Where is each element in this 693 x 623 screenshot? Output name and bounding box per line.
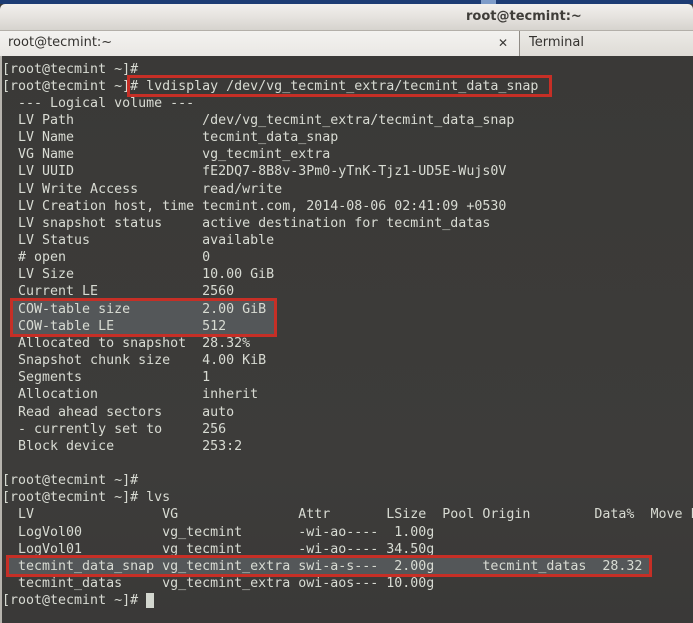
terminal-line: COW-table size 2.00 GiB <box>2 301 266 318</box>
tab-root-tecmint[interactable]: root@tecmint:~ ✕ <box>0 31 520 56</box>
terminal-line: tecmint_datas vg_tecmint_extra owi-aos--… <box>2 575 434 592</box>
terminal-line: Current LE 2560 <box>2 283 234 300</box>
close-icon[interactable]: ✕ <box>495 34 511 52</box>
window-titlebar[interactable]: root@tecmint:~ <box>0 4 693 31</box>
terminal-line: LV Path /dev/vg_tecmint_extra/tecmint_da… <box>2 112 514 129</box>
terminal-line: Segments 1 <box>2 369 210 386</box>
terminal-line: - currently set to 256 <box>2 421 226 438</box>
tab-label: Terminal <box>529 35 584 50</box>
terminal-line: LV Size 10.00 GiB <box>2 266 274 283</box>
terminal-line: LV Write Access read/write <box>2 181 282 198</box>
terminal-line: [root@tecmint ~]# lvdisplay /dev/vg_tecm… <box>2 78 538 95</box>
terminal-line: --- Logical volume --- <box>2 95 194 112</box>
terminal-line: Allocation inherit <box>2 386 258 403</box>
terminal-line: [root@tecmint ~]# <box>2 472 146 489</box>
terminal-line: [root@tecmint ~]# <box>2 61 146 78</box>
terminal-line: LV UUID fE2DQ7-8B8v-3Pm0-yTnK-Tjz1-UD5E-… <box>2 163 506 180</box>
terminal-line: [root@tecmint ~]# <box>2 592 146 609</box>
terminal-line: LV Creation host, time tecmint.com, 2014… <box>2 198 506 215</box>
terminal-line: Allocated to snapshot 28.32% <box>2 335 250 352</box>
terminal-line: LV VG Attr LSize Pool Origin Data% Move … <box>2 506 693 523</box>
tab-terminal[interactable]: Terminal <box>520 31 693 56</box>
terminal-line: Block device 253:2 <box>2 438 242 455</box>
terminal-line: tecmint_data_snap vg_tecmint_extra swi-a… <box>2 558 642 575</box>
terminal-line: LV Status available <box>2 232 274 249</box>
terminal-line: Read ahead sectors auto <box>2 404 234 421</box>
terminal-line: Snapshot chunk size 4.00 KiB <box>2 352 266 369</box>
terminal-cursor <box>146 593 154 608</box>
terminal-line: LV snapshot status active destination fo… <box>2 215 490 232</box>
terminal-screen[interactable]: [root@tecmint ~]# [root@tecmint ~]# lvdi… <box>0 56 693 623</box>
terminal-line: LV Name tecmint_data_snap <box>2 129 338 146</box>
terminal-line: COW-table LE 512 <box>2 318 226 335</box>
tab-label: root@tecmint:~ <box>8 35 112 50</box>
terminal-line: VG Name vg_tecmint_extra <box>2 146 330 163</box>
tab-bar: root@tecmint:~ ✕ Terminal <box>0 31 693 57</box>
terminal-window: root@tecmint:~ root@tecmint:~ ✕ Terminal… <box>0 0 693 623</box>
terminal-line: LogVol00 vg_tecmint -wi-ao---- 1.00g <box>2 524 434 541</box>
terminal-line: LogVol01 vg_tecmint -wi-ao---- 34.50g <box>2 541 434 558</box>
window-title: root@tecmint:~ <box>466 9 582 24</box>
terminal-line: [root@tecmint ~]# lvs <box>2 489 170 506</box>
terminal-line: # open 0 <box>2 249 210 266</box>
